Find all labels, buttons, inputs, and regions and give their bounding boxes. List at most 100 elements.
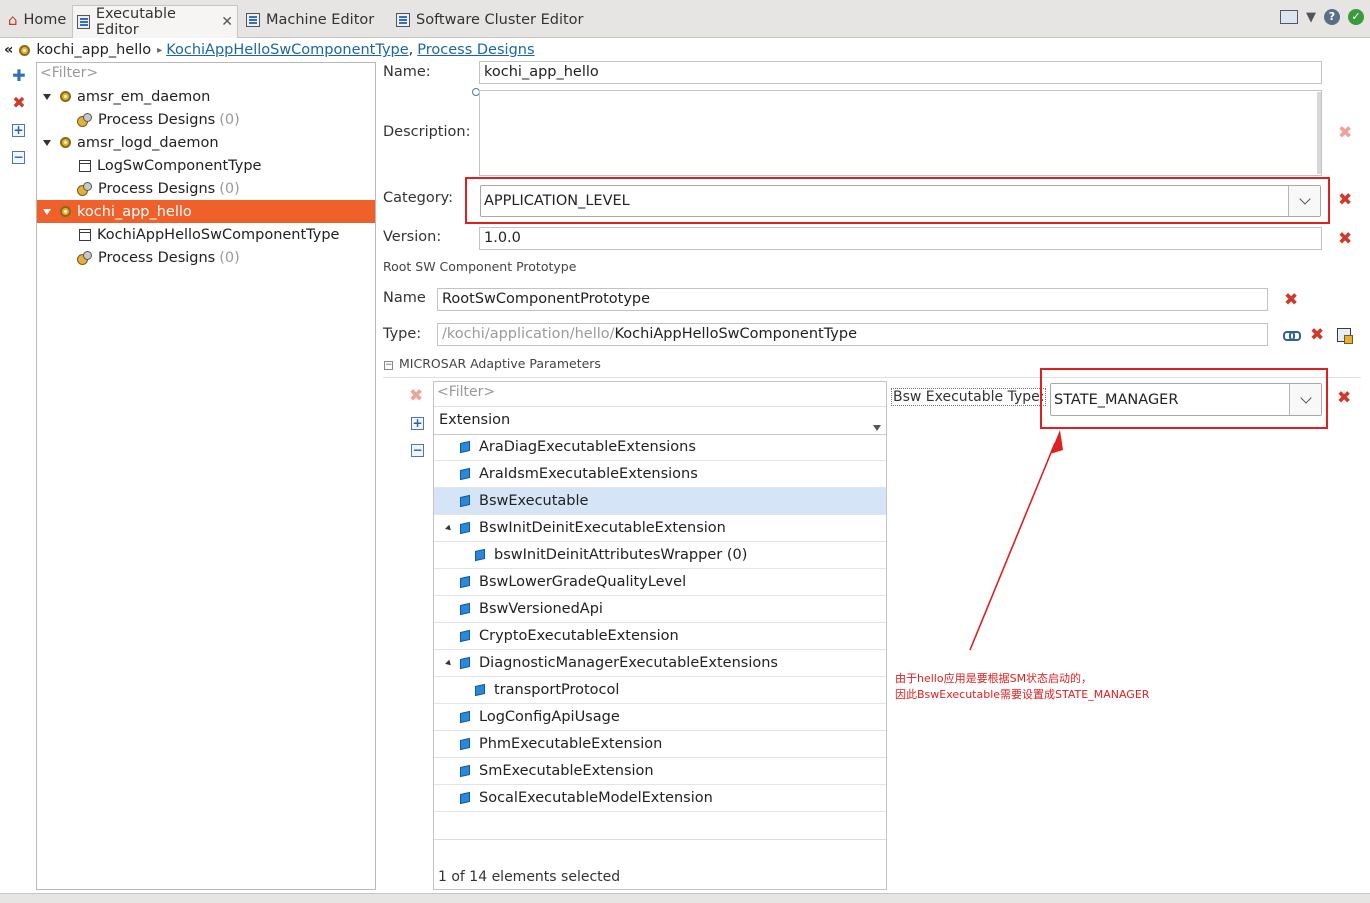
extension-row[interactable]: BswLowerGradeQualityLevel [434,569,886,596]
help-icon[interactable]: ? [1324,9,1340,25]
tree-item-kochi-app-hello[interactable]: kochi_app_hello [37,200,375,223]
extension-cube-icon [460,440,470,454]
status-bar [0,893,1370,903]
extension-row[interactable]: BswInitDeinitExecutableExtension [434,515,886,542]
expand-arrow-icon[interactable] [43,93,51,100]
tree-item-amsr-em-daemon[interactable]: amsr_em_daemon [37,85,375,108]
description-scrollbar[interactable] [1317,92,1321,174]
extension-column-header[interactable]: Extension [434,406,886,435]
chevron-down-icon[interactable]: ▼ [1306,10,1316,25]
expanded-arrow-icon[interactable] [445,659,453,667]
description-field[interactable] [479,90,1322,176]
type-field[interactable]: /kochi/application/hello/KochiAppHelloSw… [437,323,1268,346]
extension-row[interactable]: DiagnosticManagerExecutableExtensions [434,650,886,677]
browse-icon[interactable] [1337,328,1353,344]
tree-item-process-designs[interactable]: Process Designs (0) [37,246,375,269]
extension-row[interactable]: PhmExecutableExtension [434,731,886,758]
extension-row-label: AraDiagExecutableExtensions [479,439,696,455]
clear-version-icon[interactable]: ✖ [1338,231,1352,248]
tree-item-label: amsr_logd_daemon [77,134,219,151]
tree-item-label: kochi_app_hello [77,203,192,220]
extension-row-label: AraIdsmExecutableExtensions [479,466,698,482]
breadcrumb-link-process-designs[interactable]: Process Designs [417,42,534,58]
name-field[interactable]: kochi_app_hello [479,61,1322,84]
editor-tab-bar: ⌂ Home Executable Editor ✕ Machine Edito… [0,0,1370,38]
executable-icon [60,137,71,148]
close-tab-icon[interactable]: ✕ [221,14,233,30]
extension-cube-icon [460,737,470,751]
clear-bsw-type-icon[interactable]: ✖ [1337,390,1351,407]
extension-column-label: Extension [439,412,511,428]
collapse-all-icon[interactable]: − [12,151,25,164]
link-icon[interactable] [1283,330,1301,341]
extension-row-selected[interactable]: BswExecutable [434,488,886,515]
view-menu-icon[interactable] [1280,10,1298,24]
extension-row[interactable]: CryptoExecutableExtension [434,623,886,650]
clear-description-icon[interactable]: ✖ [1338,125,1352,142]
tab-executable-editor[interactable]: Executable Editor ✕ [72,5,238,38]
expanded-arrow-icon[interactable] [445,524,453,532]
back-icon[interactable]: « [4,42,13,58]
validation-ok-icon[interactable]: ✓ [1348,9,1364,25]
clear-prototype-name-icon[interactable]: ✖ [1284,292,1298,309]
editor-icon [77,15,90,29]
extension-row[interactable]: SmExecutableExtension [434,758,886,785]
expand-all-icon[interactable]: + [12,124,25,137]
extension-filter-input[interactable]: <Filter> [434,382,886,405]
name-label: Name: [383,64,431,80]
collapse-all-icon[interactable]: − [411,444,424,457]
tree-item-kochi-app-hello-sw-component-type[interactable]: KochiAppHelloSwComponentType [37,223,375,246]
expand-arrow-icon[interactable] [43,208,51,215]
breadcrumb-separator-icon: ▸ [157,44,163,56]
extension-cube-icon [460,467,470,481]
extension-row[interactable]: AraIdsmExecutableExtensions [434,461,886,488]
tree-item-amsr-logd-daemon[interactable]: amsr_logd_daemon [37,131,375,154]
extension-row[interactable]: bswInitDeinitAttributesWrapper (0) [434,542,886,569]
breadcrumb: « kochi_app_hello ▸ KochiAppHelloSwCompo… [0,38,1370,62]
tree-item-log-sw-component-type[interactable]: LogSwComponentType [37,154,375,177]
tab-home[interactable]: ⌂ Home [4,6,70,34]
tree-item-label: Process Designs [98,111,216,128]
sort-icon[interactable] [873,425,881,431]
extension-row[interactable]: LogConfigApiUsage [434,704,886,731]
tab-software-cluster-editor[interactable]: Software Cluster Editor [392,6,588,34]
executable-tree: <Filter> amsr_em_daemon Process Designs … [36,62,376,890]
extension-cube-icon [460,629,470,643]
add-icon[interactable]: ✚ [11,68,27,84]
tree-filter-input[interactable]: <Filter> [37,63,375,85]
tab-executable-editor-label: Executable Editor [95,6,176,38]
extension-cube-icon [460,710,470,724]
collapse-section-icon[interactable]: − [384,361,393,370]
tab-machine-editor[interactable]: Machine Editor [242,6,378,34]
expand-all-icon[interactable]: + [411,417,424,430]
component-type-icon [79,228,91,241]
extension-row-label: BswLowerGradeQualityLevel [479,574,687,590]
breadcrumb-link-component-type[interactable]: KochiAppHelloSwComponentType [166,42,408,58]
extension-row-label: bswInitDeinitAttributesWrapper (0) [494,547,748,563]
extension-row-label: BswInitDeinitExecutableExtension [479,520,726,536]
tree-item-process-designs[interactable]: Process Designs (0) [37,108,375,131]
extension-row[interactable]: transportProtocol [434,677,886,704]
process-design-icon [77,112,92,127]
attribute-wrapper-icon [475,548,485,562]
highlight-box-category [465,177,1330,224]
tree-item-process-designs[interactable]: Process Designs (0) [37,177,375,200]
extension-cube-icon [475,683,485,697]
home-icon: ⌂ [8,11,18,29]
remove-extension-icon[interactable]: ✖ [409,388,423,405]
extension-row[interactable]: AraDiagExecutableExtensions [434,434,886,461]
category-label: Category: [383,190,454,206]
executable-icon [60,206,71,217]
clear-type-icon[interactable]: ✖ [1310,327,1324,344]
process-design-icon [77,250,92,265]
version-field[interactable]: 1.0.0 [479,227,1322,250]
delete-icon[interactable]: ✖ [11,95,27,111]
expand-arrow-icon[interactable] [43,139,51,146]
extension-cube-icon [460,764,470,778]
clear-category-icon[interactable]: ✖ [1338,192,1352,209]
extension-row[interactable]: BswVersionedApi [434,596,886,623]
prototype-name-field[interactable]: RootSwComponentPrototype [437,288,1268,311]
extension-cube-icon [460,575,470,589]
tab-home-label: Home [23,12,67,28]
extension-row[interactable]: SocalExecutableModelExtension [434,785,886,812]
